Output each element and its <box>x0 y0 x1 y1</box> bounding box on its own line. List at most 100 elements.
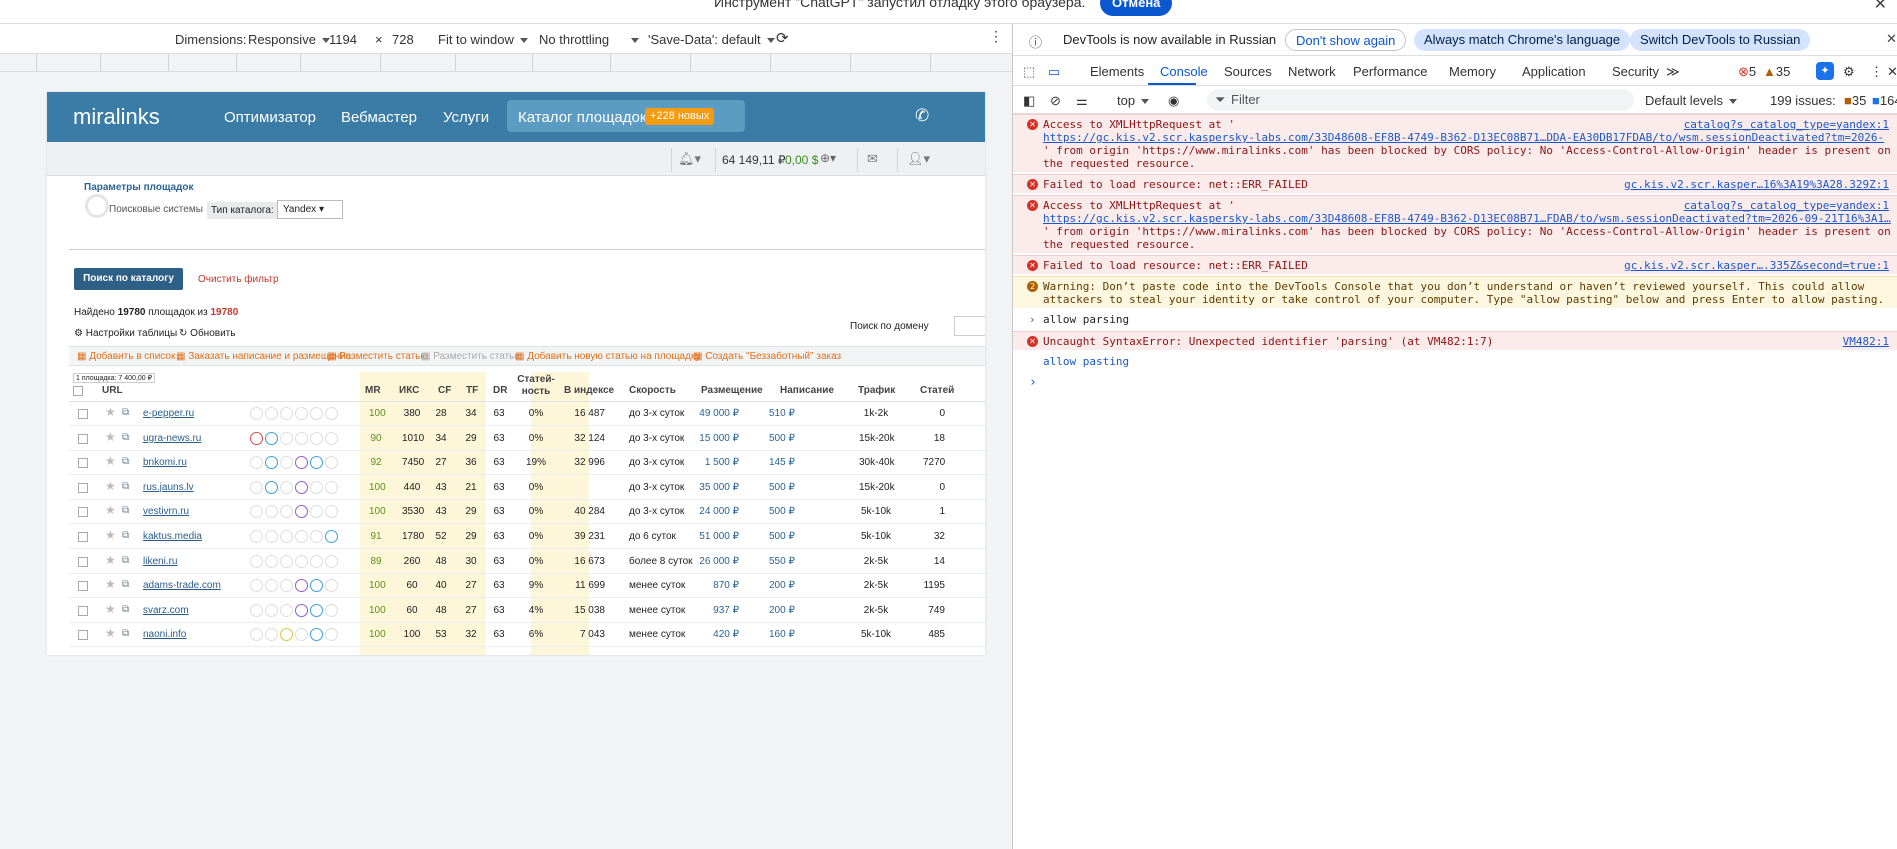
feature-icon[interactable] <box>310 628 323 642</box>
issues-warning-badge[interactable]: ■35 <box>1844 93 1866 108</box>
cell-place[interactable]: 1 500 ₽ <box>681 457 739 468</box>
clear-filter-link[interactable]: Очистить фильтр <box>198 274 279 285</box>
feature-icon[interactable] <box>265 603 278 617</box>
console-url-link[interactable]: https://gc.kis.v2.scr.kaspersky-labs.com… <box>1043 131 1884 144</box>
star-icon[interactable]: ★ <box>105 528 116 542</box>
close-icon[interactable]: ✕ <box>1886 31 1897 47</box>
star-icon[interactable]: ★ <box>105 626 116 640</box>
feature-icon[interactable] <box>325 505 338 519</box>
feature-icon[interactable] <box>250 431 263 445</box>
message-source-link[interactable]: gc.kis.v2.scr.kasper….335Z&second=true:1 <box>1624 259 1889 272</box>
row-checkbox[interactable] <box>78 433 88 444</box>
feature-icon[interactable] <box>250 579 263 593</box>
row-checkbox[interactable] <box>78 630 88 641</box>
feature-icon[interactable] <box>310 505 323 519</box>
feature-icon[interactable] <box>325 456 338 470</box>
place-article-button[interactable]: ▦ Разместить статью <box>327 351 428 362</box>
feature-icon[interactable] <box>310 407 323 420</box>
add-to-list-button[interactable]: ▦ Добавить в список <box>77 351 175 362</box>
site-url-link[interactable]: svarz.com <box>143 605 189 616</box>
star-icon[interactable]: ★ <box>105 430 116 444</box>
feature-icon[interactable] <box>325 628 338 642</box>
cell-write[interactable]: 145 ₽ <box>769 457 795 468</box>
width-input[interactable]: 1194 <box>329 32 357 47</box>
site-url-link[interactable]: e-pepper.ru <box>143 408 194 419</box>
height-input[interactable]: 728 <box>392 32 414 47</box>
message-source-link[interactable]: VM482:1 <box>1843 335 1889 348</box>
site-url-link[interactable]: naoni.info <box>143 629 186 640</box>
site-logo[interactable]: miralinks <box>73 104 160 130</box>
feature-icon[interactable] <box>280 505 293 519</box>
feature-icon[interactable] <box>265 431 278 445</box>
external-link-icon[interactable]: ⧉ <box>122 555 129 566</box>
throttle-select[interactable]: No throttling <box>539 32 640 47</box>
cell-write[interactable]: 200 ₽ <box>769 580 795 591</box>
mail-icon[interactable]: ✉ <box>867 151 878 167</box>
carefree-order-button[interactable]: ▦ Создать "Беззаботный" заказ <box>693 351 841 362</box>
col-dr[interactable]: DR <box>493 385 507 396</box>
col-tf[interactable]: TF <box>466 385 478 396</box>
cell-place[interactable]: 49 000 ₽ <box>681 408 739 419</box>
feature-icon[interactable] <box>265 554 278 568</box>
site-url-link[interactable]: ugra-news.ru <box>143 433 201 444</box>
cell-write[interactable]: 160 ₽ <box>769 629 795 640</box>
cell-place[interactable]: 420 ₽ <box>681 629 739 640</box>
eye-icon[interactable]: ◉ <box>1168 93 1179 109</box>
order-writing-button[interactable]: ▦ Заказать написание и размещение <box>176 351 351 362</box>
feature-icon[interactable] <box>295 480 308 494</box>
col-count[interactable]: Статей <box>920 385 954 396</box>
feature-icon[interactable] <box>295 407 308 420</box>
feature-icon[interactable] <box>280 579 293 593</box>
user-icon[interactable]: 👤︎▾ <box>907 151 930 167</box>
tab-sources[interactable]: Sources <box>1224 64 1272 79</box>
row-checkbox[interactable] <box>78 581 88 592</box>
star-icon[interactable]: ★ <box>105 577 116 591</box>
col-cf[interactable]: CF <box>438 385 451 396</box>
feature-icon[interactable] <box>265 530 278 543</box>
feature-icon[interactable] <box>265 480 278 494</box>
cell-write[interactable]: 500 ₽ <box>769 506 795 517</box>
feature-icon[interactable] <box>295 456 308 470</box>
row-checkbox[interactable] <box>78 409 88 419</box>
nav-optimizer[interactable]: Оптимизатор <box>224 109 316 126</box>
feature-icon[interactable] <box>295 530 308 543</box>
message-source-link[interactable]: catalog?s_catalog_type=yandex:1 <box>1684 118 1889 131</box>
rotate-icon[interactable]: ⟳ <box>776 29 789 47</box>
sidebar-toggle-icon[interactable]: ◧ <box>1023 93 1035 109</box>
feature-icon[interactable] <box>295 431 308 445</box>
add-funds-icon[interactable]: ⊕▾ <box>820 151 836 165</box>
feature-icon[interactable] <box>310 603 323 617</box>
switch-language-button[interactable]: Switch DevTools to Russian <box>1630 29 1811 51</box>
star-icon[interactable]: ★ <box>105 479 116 493</box>
col-iks[interactable]: ИКС <box>399 385 419 396</box>
more-options-icon[interactable]: ⋮ <box>989 28 1003 45</box>
issues-info-badge[interactable]: ■164 <box>1872 93 1897 108</box>
cell-write[interactable]: 500 ₽ <box>769 531 795 542</box>
external-link-icon[interactable]: ⧉ <box>122 530 129 541</box>
table-settings-link[interactable]: ⚙ Настройки таблицы <box>74 328 177 339</box>
close-icon[interactable]: ✕ <box>1874 0 1887 14</box>
feature-icon[interactable] <box>250 407 263 420</box>
feature-icon[interactable] <box>310 480 323 494</box>
feature-icon[interactable] <box>265 505 278 519</box>
cell-write[interactable]: 500 ₽ <box>769 433 795 444</box>
row-checkbox[interactable] <box>78 605 88 616</box>
more-options-icon[interactable]: ⋮ <box>1870 64 1883 80</box>
star-icon[interactable]: ★ <box>105 602 116 616</box>
feature-icon[interactable] <box>310 530 323 543</box>
cell-place[interactable]: 937 ₽ <box>681 605 739 616</box>
tab-application[interactable]: Application <box>1522 64 1586 79</box>
row-checkbox[interactable] <box>78 556 88 567</box>
feature-icon[interactable] <box>325 530 338 543</box>
cell-place[interactable]: 24 000 ₽ <box>681 506 739 517</box>
message-source-link[interactable]: catalog?s_catalog_type=yandex:1 <box>1684 199 1889 212</box>
feature-icon[interactable] <box>325 579 338 593</box>
context-select[interactable]: top <box>1117 93 1150 108</box>
cell-write[interactable]: 200 ₽ <box>769 605 795 616</box>
feature-icon[interactable] <box>310 456 323 470</box>
col-url[interactable]: URL <box>102 385 123 396</box>
feature-icon[interactable] <box>295 628 308 642</box>
cell-write[interactable]: 510 ₽ <box>769 408 795 419</box>
feature-icon[interactable] <box>325 407 338 420</box>
place-articles-button[interactable]: ▦ Разместить статьи <box>421 351 520 362</box>
